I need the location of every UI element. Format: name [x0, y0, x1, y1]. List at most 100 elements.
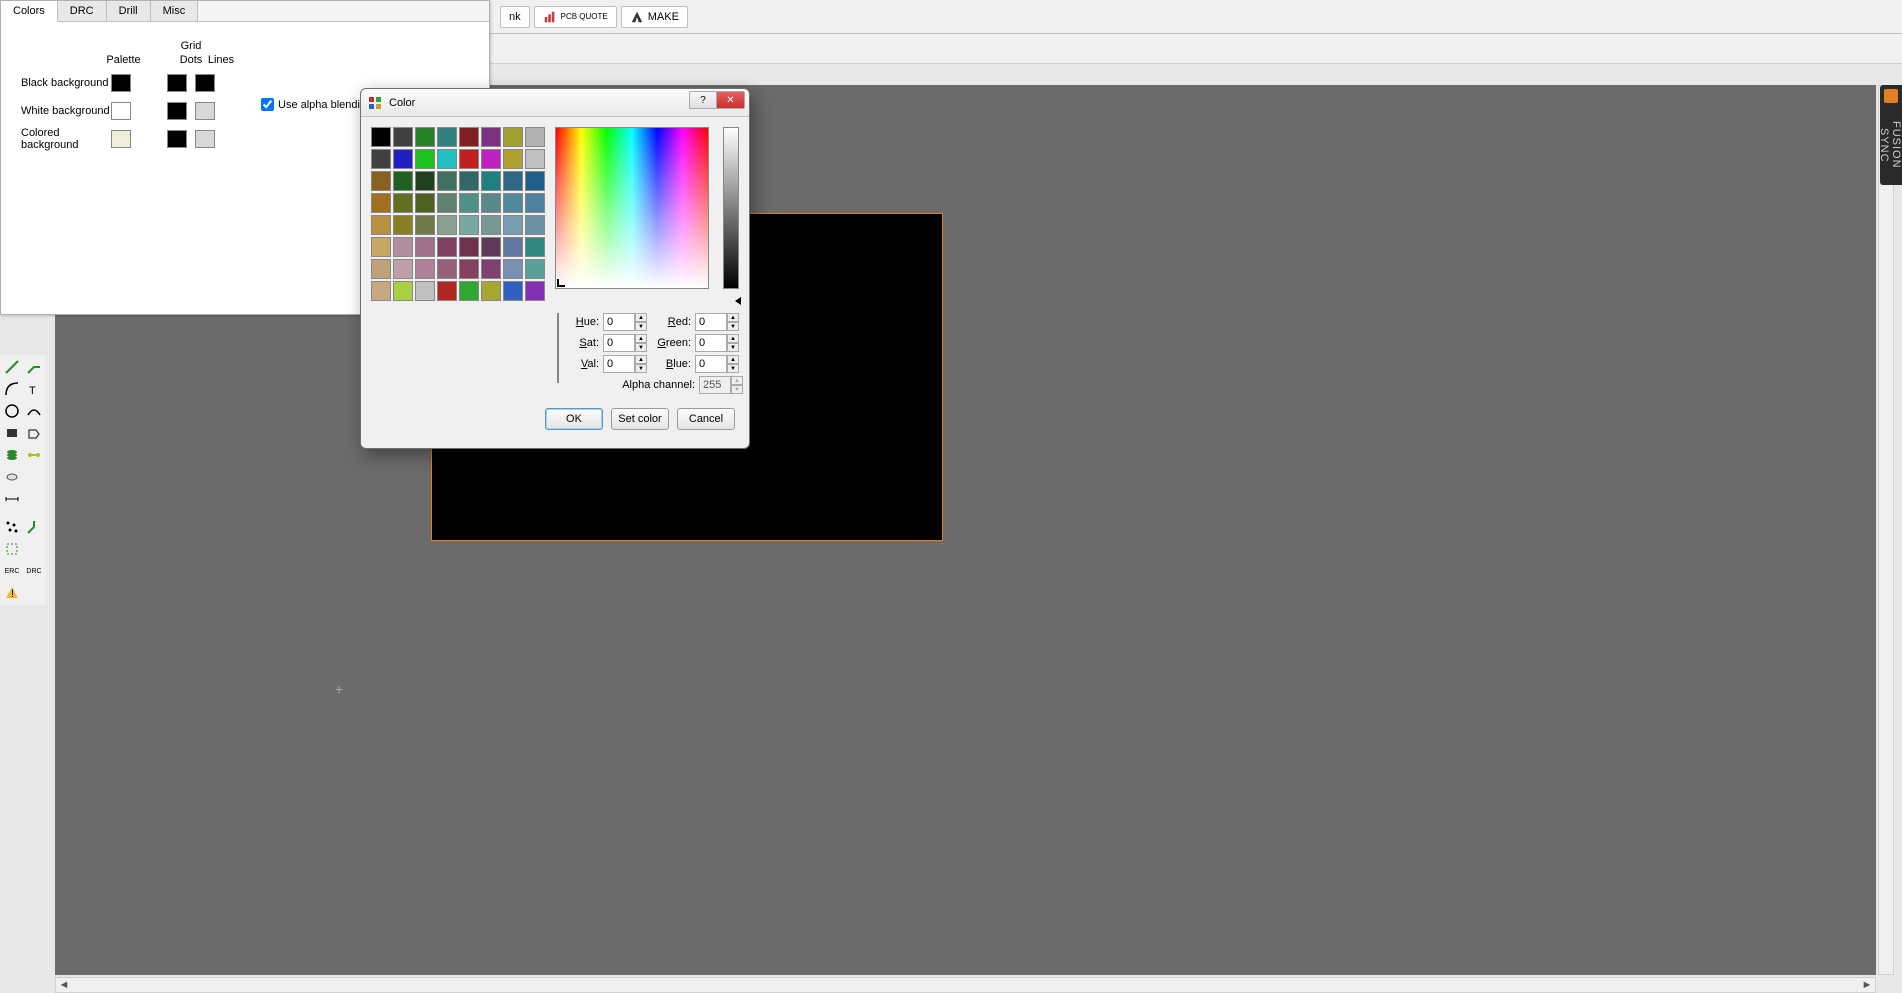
- palette-cell[interactable]: [481, 215, 501, 235]
- palette-cell[interactable]: [371, 149, 391, 169]
- palette-cell[interactable]: [525, 171, 545, 191]
- palette-cell[interactable]: [481, 193, 501, 213]
- green-input[interactable]: [695, 334, 727, 352]
- tool-drc[interactable]: DRC: [24, 561, 44, 581]
- hue-up[interactable]: ▲: [635, 313, 647, 322]
- palette-cell[interactable]: [459, 215, 479, 235]
- tool-wire[interactable]: [24, 357, 44, 377]
- close-button[interactable]: ✕: [717, 91, 745, 109]
- fusion-sync-tab[interactable]: FUSION SYNC: [1880, 85, 1902, 185]
- palette-cell[interactable]: [437, 149, 457, 169]
- dots-swatch[interactable]: [167, 130, 187, 148]
- tool-rect[interactable]: [2, 423, 22, 443]
- tool-arc2[interactable]: [24, 401, 44, 421]
- palette-cell[interactable]: [415, 237, 435, 257]
- tab-colors[interactable]: Colors: [1, 1, 58, 22]
- tool-ratsnest[interactable]: [2, 539, 22, 559]
- tool-dimension[interactable]: [2, 489, 22, 509]
- tool-net[interactable]: [24, 445, 44, 465]
- palette-cell[interactable]: [503, 171, 523, 191]
- tool-errors[interactable]: !: [2, 583, 22, 603]
- palette-cell[interactable]: [437, 281, 457, 301]
- palette-cell[interactable]: [481, 237, 501, 257]
- scroll-left-arrow[interactable]: ◄: [56, 978, 72, 992]
- palette-cell[interactable]: [393, 171, 413, 191]
- val-down[interactable]: ▼: [635, 364, 647, 373]
- palette-cell[interactable]: [393, 281, 413, 301]
- palette-cell[interactable]: [481, 281, 501, 301]
- palette-swatch[interactable]: [111, 130, 131, 148]
- palette-cell[interactable]: [415, 259, 435, 279]
- tool-scatter[interactable]: [2, 517, 22, 537]
- palette-cell[interactable]: [437, 127, 457, 147]
- palette-cell[interactable]: [481, 127, 501, 147]
- ink-button[interactable]: nk: [500, 6, 530, 28]
- palette-cell[interactable]: [371, 237, 391, 257]
- cancel-button[interactable]: Cancel: [677, 408, 735, 430]
- hue-sat-picker[interactable]: [555, 127, 709, 289]
- sat-down[interactable]: ▼: [635, 343, 647, 352]
- red-up[interactable]: ▲: [727, 313, 739, 322]
- tool-arc[interactable]: [2, 379, 22, 399]
- tool-polygon[interactable]: [24, 423, 44, 443]
- val-up[interactable]: ▲: [635, 355, 647, 364]
- palette-cell[interactable]: [503, 149, 523, 169]
- alpha-blending-checkbox[interactable]: [261, 98, 274, 111]
- palette-cell[interactable]: [503, 237, 523, 257]
- palette-cell[interactable]: [437, 237, 457, 257]
- palette-cell[interactable]: [503, 127, 523, 147]
- tool-route[interactable]: [24, 517, 44, 537]
- horizontal-scrollbar[interactable]: ◄ ►: [55, 977, 1876, 993]
- make-button[interactable]: MAKE: [621, 6, 688, 28]
- palette-cell[interactable]: [393, 215, 413, 235]
- hue-input[interactable]: [603, 313, 635, 331]
- red-input[interactable]: [695, 313, 727, 331]
- tab-drill[interactable]: Drill: [107, 1, 151, 21]
- blue-down[interactable]: ▼: [727, 364, 739, 373]
- tab-misc[interactable]: Misc: [151, 1, 199, 21]
- tool-line[interactable]: [2, 357, 22, 377]
- palette-cell[interactable]: [415, 193, 435, 213]
- palette-cell[interactable]: [459, 281, 479, 301]
- tool-circle[interactable]: [2, 401, 22, 421]
- palette-cell[interactable]: [459, 259, 479, 279]
- blue-input[interactable]: [695, 355, 727, 373]
- palette-cell[interactable]: [371, 259, 391, 279]
- palette-cell[interactable]: [459, 193, 479, 213]
- lines-swatch[interactable]: [195, 102, 215, 120]
- lines-swatch[interactable]: [195, 130, 215, 148]
- tool-erc[interactable]: ERC: [2, 561, 22, 581]
- palette-cell[interactable]: [415, 149, 435, 169]
- palette-cell[interactable]: [525, 149, 545, 169]
- dots-swatch[interactable]: [167, 102, 187, 120]
- palette-cell[interactable]: [459, 237, 479, 257]
- palette-cell[interactable]: [503, 193, 523, 213]
- palette-cell[interactable]: [503, 259, 523, 279]
- value-slider[interactable]: [723, 127, 739, 289]
- palette-swatch[interactable]: [111, 102, 131, 120]
- tool-via[interactable]: [2, 445, 22, 465]
- green-up[interactable]: ▲: [727, 334, 739, 343]
- palette-cell[interactable]: [503, 215, 523, 235]
- pcb-quote-button[interactable]: PCB QUOTE: [534, 6, 617, 28]
- palette-cell[interactable]: [393, 259, 413, 279]
- val-input[interactable]: [603, 355, 635, 373]
- tool-text[interactable]: T: [24, 379, 44, 399]
- palette-cell[interactable]: [393, 237, 413, 257]
- set-color-button[interactable]: Set color: [611, 408, 669, 430]
- palette-cell[interactable]: [371, 193, 391, 213]
- palette-cell[interactable]: [415, 215, 435, 235]
- palette-cell[interactable]: [415, 281, 435, 301]
- palette-cell[interactable]: [481, 149, 501, 169]
- red-down[interactable]: ▼: [727, 322, 739, 331]
- blue-up[interactable]: ▲: [727, 355, 739, 364]
- palette-cell[interactable]: [525, 281, 545, 301]
- tab-drc[interactable]: DRC: [58, 1, 107, 21]
- palette-cell[interactable]: [459, 149, 479, 169]
- palette-cell[interactable]: [481, 171, 501, 191]
- palette-cell[interactable]: [437, 171, 457, 191]
- lines-swatch[interactable]: [195, 74, 215, 92]
- palette-cell[interactable]: [525, 237, 545, 257]
- palette-cell[interactable]: [371, 281, 391, 301]
- palette-cell[interactable]: [503, 281, 523, 301]
